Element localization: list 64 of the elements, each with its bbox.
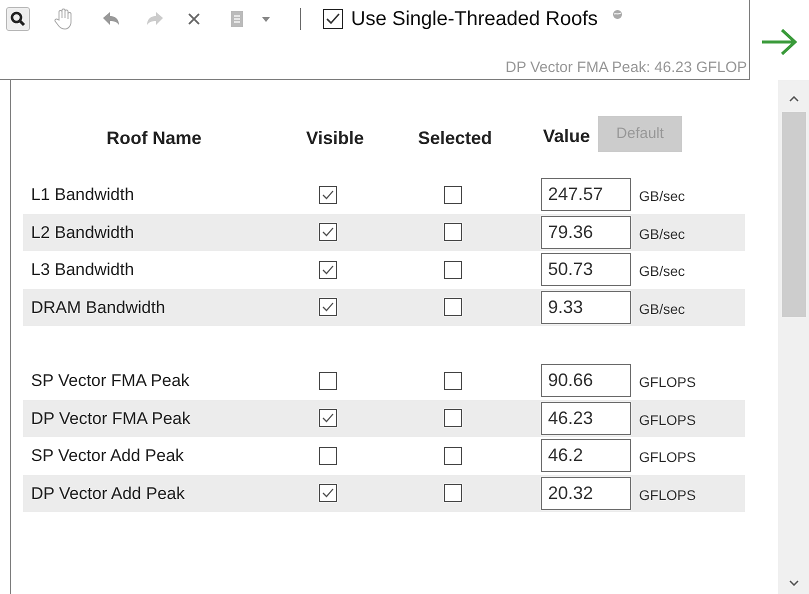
selected-checkbox[interactable]	[444, 223, 462, 242]
unit-label: GB/sec	[639, 224, 685, 244]
check-icon	[322, 264, 334, 275]
selected-checkbox[interactable]	[444, 409, 462, 428]
check-icon	[326, 13, 340, 25]
roof-name: L3 Bandwidth	[30, 259, 136, 281]
column-header: Roof Name	[105, 127, 202, 150]
scrollbar[interactable]	[778, 80, 809, 594]
selected-checkbox[interactable]	[444, 298, 462, 316]
selected-checkbox[interactable]	[444, 260, 462, 279]
value-field[interactable]: 90.66	[541, 364, 631, 398]
value-field[interactable]: 46.2	[541, 439, 631, 472]
tooltip-text: DP Vector FMA Peak: 46.23 GFLOP	[505, 58, 747, 78]
roof-name: L2 Bandwidth	[30, 222, 136, 244]
roof-name: DP Vector FMA Peak	[30, 408, 192, 430]
roof-name: L1 Bandwidth	[30, 184, 136, 206]
visible-checkbox[interactable]	[319, 298, 337, 316]
roof-name: SP Vector Add Peak	[30, 445, 185, 467]
check-icon	[322, 302, 334, 312]
unit-label: GB/sec	[639, 187, 685, 206]
unit-label: GFLOPS	[639, 410, 696, 430]
roof-name: DRAM Bandwidth	[30, 296, 166, 318]
value-field[interactable]: 247.57	[541, 178, 631, 212]
search-icon	[10, 11, 26, 27]
selected-checkbox[interactable]	[444, 186, 462, 204]
scroll-up-icon[interactable]	[788, 96, 798, 102]
visible-checkbox[interactable]	[319, 186, 337, 204]
value-field[interactable]: 20.32	[541, 476, 631, 510]
visible-checkbox[interactable]	[319, 446, 337, 465]
search-button[interactable]	[6, 7, 30, 31]
unit-label: GFLOPS	[639, 448, 696, 468]
visible-checkbox[interactable]	[319, 223, 337, 242]
visible-checkbox[interactable]	[319, 409, 337, 428]
column-header: Visible	[305, 127, 365, 150]
caret-icon[interactable]	[262, 16, 270, 22]
selected-checkbox[interactable]	[444, 446, 462, 465]
roof-name: DP Vector Add Peak	[30, 482, 186, 504]
scroll-thumb[interactable]	[782, 112, 806, 317]
check-icon	[322, 488, 334, 498]
check-icon	[322, 190, 334, 200]
value-field[interactable]: 50.73	[541, 253, 631, 286]
roof-name: SP Vector FMA Peak	[30, 370, 190, 392]
column-header: Value	[543, 125, 590, 148]
value-field[interactable]: 46.23	[541, 402, 631, 435]
undo-icon[interactable]	[102, 11, 120, 27]
unit-label: GFLOPS	[639, 486, 696, 505]
column-header: Selected	[416, 127, 494, 150]
check-icon	[322, 413, 334, 424]
unit-label: GB/sec	[639, 300, 685, 319]
unit-label: GFLOPS	[639, 373, 696, 392]
visible-checkbox[interactable]	[319, 260, 337, 279]
selected-checkbox[interactable]	[444, 372, 462, 390]
value-field[interactable]: 9.33	[541, 290, 631, 324]
single-threaded-checkbox[interactable]: Use Single-Threaded Roofs	[323, 4, 598, 34]
unit-label: GB/sec	[639, 262, 685, 282]
arrow-right-icon[interactable]	[760, 28, 798, 56]
visible-checkbox[interactable]	[319, 484, 337, 502]
close-icon[interactable]	[188, 13, 200, 25]
check-icon	[322, 227, 334, 238]
value-field[interactable]: 79.36	[541, 216, 631, 249]
globe-icon	[612, 8, 623, 20]
visible-checkbox[interactable]	[319, 372, 337, 390]
selected-checkbox[interactable]	[444, 484, 462, 502]
scroll-down-icon[interactable]	[788, 580, 798, 586]
